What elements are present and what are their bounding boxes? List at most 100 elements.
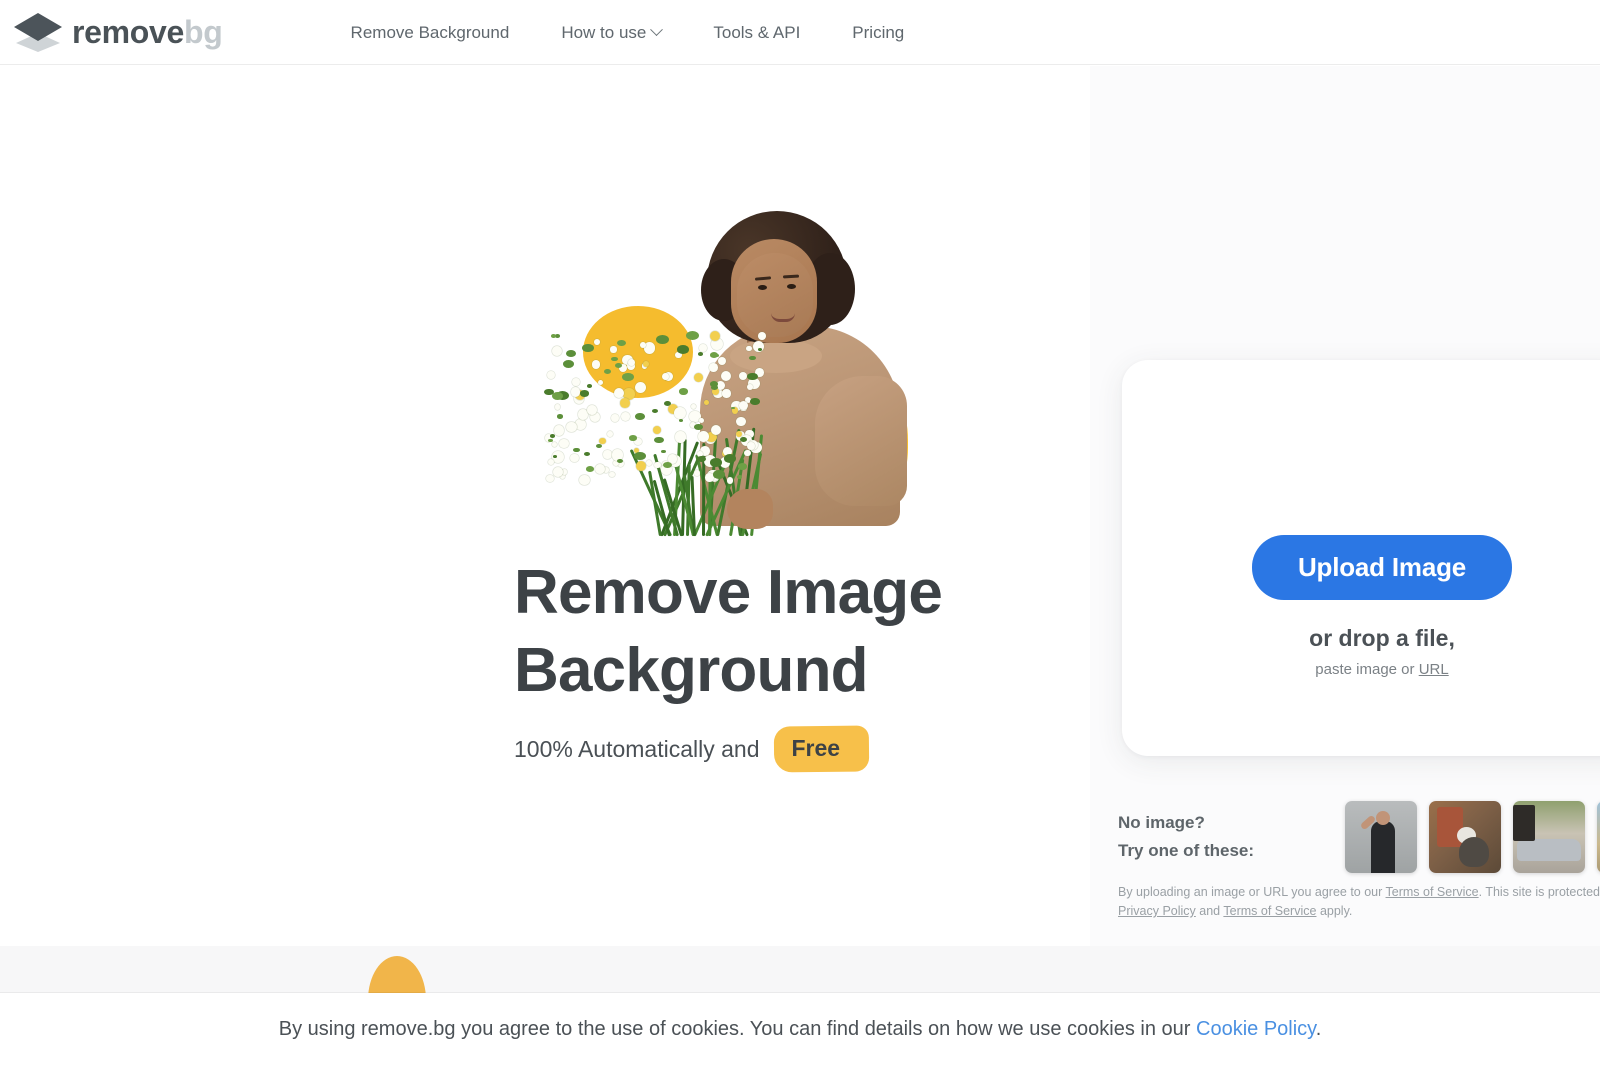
bouquet-petal [694, 470, 700, 476]
layers-diamond-icon [12, 11, 64, 53]
upload-panel: Upload Image or drop a file, paste image… [1090, 66, 1600, 946]
bouquet-petal [710, 331, 720, 341]
bouquet-leaf [611, 357, 618, 362]
bouquet-leaf [629, 435, 637, 440]
bouquet-leaf [750, 398, 759, 404]
bouquet-petal [722, 389, 730, 397]
bouquet-leaf [654, 437, 663, 444]
page-title: Remove Image Background [514, 554, 1074, 710]
legal-text-4: apply. [1316, 904, 1352, 918]
terms-of-service-link[interactable]: Terms of Service [1386, 885, 1479, 899]
bouquet-petal [653, 426, 661, 434]
bouquet-leaf [548, 439, 553, 442]
bouquet-leaf [587, 384, 592, 388]
bouquet-flowers [543, 329, 773, 489]
bouquet-petal [646, 460, 652, 466]
bouquet-petal [691, 404, 696, 409]
bouquet-leaf [622, 373, 634, 382]
bouquet-leaf [566, 350, 576, 357]
bouquet-petal [548, 459, 554, 465]
bouquet-leaf [698, 352, 703, 356]
paste-url-link[interactable]: URL [1419, 661, 1449, 678]
hero-subtitle: 100% Automatically and Free [514, 732, 1074, 766]
thumb-detail [1360, 815, 1377, 831]
bouquet-leaf [758, 348, 762, 351]
upload-image-button[interactable]: Upload Image [1252, 535, 1512, 600]
figure-eye-left [758, 285, 767, 290]
hero-headline-block: Remove Image Background 100% Automatical… [514, 554, 1074, 766]
bouquet-leaf [679, 388, 689, 395]
bouquet-leaf [663, 462, 672, 468]
logo-wordmark: removebg [72, 16, 223, 48]
cookie-policy-link[interactable]: Cookie Policy [1196, 1018, 1316, 1040]
nav-tools-api[interactable]: Tools & API [687, 24, 826, 41]
sample-thumbnail-car[interactable] [1513, 801, 1585, 873]
bouquet-petal [736, 431, 742, 437]
nav-how-to-use[interactable]: How to use [535, 24, 687, 41]
thumb-detail [1457, 827, 1476, 844]
bouquet-leaf [617, 340, 626, 346]
bouquet-leaf [656, 335, 669, 344]
legal-text-1: By uploading an image or URL you agree t… [1118, 885, 1386, 899]
bouquet-petal [555, 404, 560, 409]
bouquet-petal [592, 360, 600, 368]
cookie-consent-banner: By using remove.bg you agree to the use … [0, 993, 1600, 1066]
bouquet-petal [610, 346, 616, 352]
legal-text-3: and [1196, 904, 1224, 918]
figure-eye-right [787, 284, 796, 289]
paste-hint: paste image or URL [1315, 661, 1448, 678]
sample-images-section: No image? Try one of these: [1118, 801, 1600, 873]
bouquet-leaf [596, 444, 602, 448]
bouquet-petal [603, 450, 611, 458]
bouquet-petal [709, 363, 718, 372]
drop-file-text: or drop a file, [1309, 625, 1455, 652]
bouquet-petal [699, 418, 704, 423]
bouquet-petal [674, 407, 686, 419]
bouquet-petal [718, 357, 726, 365]
bouquet-petal [675, 431, 687, 443]
sample-label-line-2: Try one of these: [1118, 837, 1254, 865]
bouquet-leaf [582, 344, 593, 352]
bouquet-leaf [694, 424, 702, 430]
hero-image [515, 201, 915, 531]
bouquet-leaf [551, 334, 557, 338]
nav-label: Pricing [852, 24, 904, 41]
bouquet-leaf [710, 458, 722, 466]
bouquet-petal [643, 361, 649, 367]
bouquet-leaf [634, 452, 646, 460]
bouquet-petal [571, 387, 581, 397]
bouquet-leaf [686, 331, 699, 340]
sample-thumbnail-woman-flexing[interactable] [1345, 801, 1417, 873]
bouquet-leaf [580, 390, 589, 396]
bouquet-petal [758, 332, 766, 340]
bouquet-petal [572, 378, 580, 386]
logo-word-remove: remove [72, 14, 184, 50]
bouquet-petal [611, 414, 619, 422]
nav-pricing[interactable]: Pricing [826, 24, 930, 41]
nav-label: Remove Background [351, 24, 510, 41]
bouquet-petal [598, 380, 603, 385]
brand-logo[interactable]: removebg [12, 11, 223, 53]
bouquet-petal [566, 422, 577, 433]
bouquet-petal [570, 454, 578, 462]
logo-word-bg: bg [184, 14, 223, 50]
bouquet-petal [559, 439, 568, 448]
sample-thumbnail-list [1345, 801, 1600, 873]
sample-thumbnail-cat[interactable] [1429, 801, 1501, 873]
bouquet-leaf [724, 454, 736, 463]
sample-label-line-1: No image? [1118, 809, 1254, 837]
nav-remove-background[interactable]: Remove Background [325, 24, 536, 41]
bouquet-petal [575, 419, 586, 430]
bouquet-petal [736, 417, 745, 426]
bouquet-petal [727, 477, 734, 484]
bouquet-petal [607, 431, 613, 437]
bouquet-leaf [710, 381, 718, 387]
bouquet-petal [662, 373, 669, 380]
bouquet-petal [552, 346, 562, 356]
bouquet-leaf [553, 455, 557, 458]
legal-fine-print: By uploading an image or URL you agree t… [1118, 883, 1600, 921]
privacy-policy-link[interactable]: Privacy Policy [1118, 904, 1196, 918]
upload-dropzone-card[interactable]: Upload Image or drop a file, paste image… [1122, 360, 1600, 756]
bouquet-leaf [747, 373, 757, 380]
terms-of-service-link-2[interactable]: Terms of Service [1223, 904, 1316, 918]
